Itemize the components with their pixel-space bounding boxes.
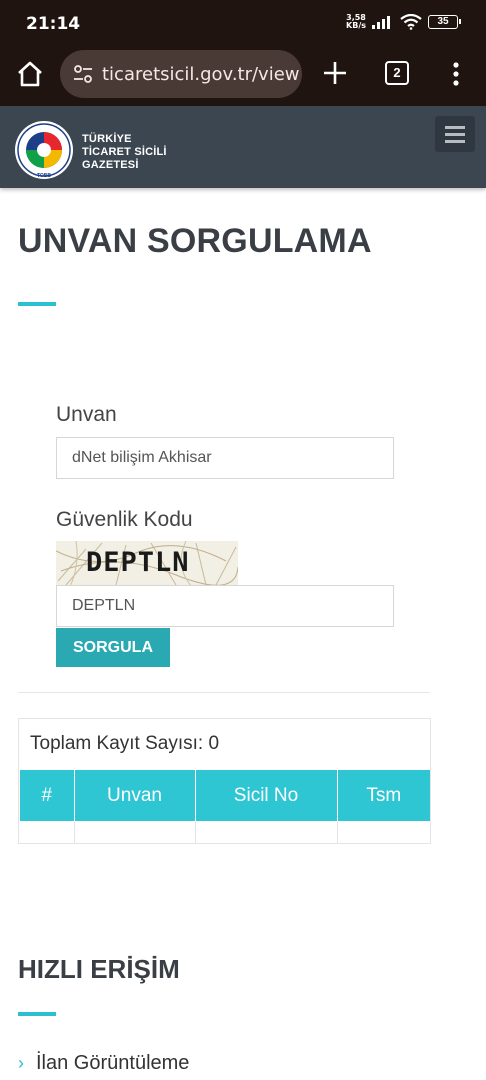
more-icon[interactable] — [446, 60, 466, 88]
battery-icon: 35 — [428, 15, 461, 29]
hamburger-menu-icon[interactable] — [435, 116, 475, 152]
site-logo-text[interactable]: TÜRKİYE TİCARET SİCİLİ GAZETESİ — [82, 133, 167, 172]
unvan-label: Unvan — [56, 403, 117, 426]
security-code-label: Güvenlik Kodu — [56, 508, 193, 531]
table-header-row: # Unvan Sicil No Tsm — [20, 770, 430, 821]
column-header-index[interactable]: # — [20, 770, 75, 821]
page-title: UNVAN SORGULAMA — [18, 222, 372, 260]
address-bar[interactable]: ticaretsicil.gov.tr/view — [60, 50, 302, 98]
results-table: # Unvan Sicil No Tsm — [20, 770, 430, 843]
chevron-right-icon: › — [18, 1053, 24, 1073]
unvan-input[interactable] — [56, 437, 394, 479]
browser-toolbar: ticaretsicil.gov.tr/view 2 — [0, 46, 486, 106]
section-divider — [18, 692, 430, 693]
network-speed: 3,58 KB/s — [346, 13, 366, 30]
new-tab-icon[interactable] — [322, 60, 348, 86]
quick-access-item-ilan-goruntuleme[interactable]: › İlan Görüntüleme — [18, 1052, 189, 1075]
tabs-icon[interactable]: 2 — [385, 61, 409, 85]
captcha-image: DEPTLN — [56, 541, 238, 587]
quick-access-item-label: İlan Görüntüleme — [36, 1052, 190, 1074]
results-count: Toplam Kayıt Sayısı: 0 — [30, 733, 220, 754]
wifi-icon — [400, 14, 422, 30]
home-icon[interactable] — [14, 58, 46, 90]
site-settings-icon[interactable] — [72, 63, 94, 85]
site-header: TOBB TÜRKİYE TİCARET SİCİLİ GAZETESİ — [0, 106, 486, 188]
tobb-logo[interactable]: TOBB — [14, 120, 74, 180]
quick-access-accent-line — [18, 1012, 56, 1016]
captcha-text: DEPTLN — [86, 547, 190, 578]
status-time: 21:14 — [26, 14, 81, 34]
results-panel: Toplam Kayıt Sayısı: 0 # Unvan Sicil No … — [18, 718, 431, 844]
column-header-unvan[interactable]: Unvan — [74, 770, 196, 821]
signal-icon — [372, 16, 390, 29]
logo-ring-text: TOBB — [37, 173, 51, 179]
sorgula-button[interactable]: SORGULA — [56, 628, 170, 667]
status-icons: 3,58 KB/s 35 — [346, 13, 461, 30]
title-accent-line — [18, 302, 56, 306]
column-header-tsm[interactable]: Tsm — [337, 770, 430, 821]
url-text: ticaretsicil.gov.tr/view — [102, 63, 300, 85]
column-header-sicil-no[interactable]: Sicil No — [195, 770, 338, 821]
status-bar: 21:14 3,58 KB/s 35 — [0, 0, 486, 46]
table-empty-row — [20, 821, 430, 843]
quick-access-title: HIZLI ERİŞİM — [18, 954, 180, 984]
security-code-input[interactable] — [56, 585, 394, 627]
